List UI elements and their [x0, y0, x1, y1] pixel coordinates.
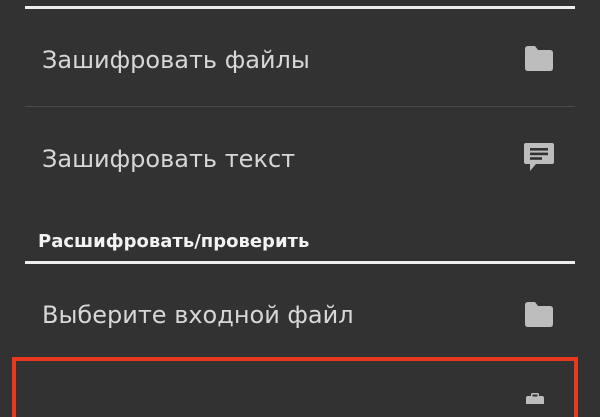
select-input-file-label: Выберите входной файл [42, 301, 354, 329]
encrypt-text-label: Зашифровать текст [42, 145, 296, 173]
select-input-file-item[interactable]: Выберите входной файл [0, 265, 600, 365]
encrypt-files-item[interactable]: Зашифровать файлы [0, 10, 600, 110]
clipboard-icon [523, 392, 547, 404]
encrypt-files-label: Зашифровать файлы [42, 46, 310, 74]
top-divider [25, 6, 575, 9]
folder-icon [522, 299, 556, 329]
section-divider [25, 261, 575, 264]
folder-icon [522, 43, 556, 73]
message-text-icon [522, 140, 556, 171]
encrypt-text-item[interactable]: Зашифровать текст [0, 107, 600, 207]
highlighted-menu-item[interactable] [12, 357, 578, 417]
decrypt-verify-section-title: Расшифровать/проверить [38, 231, 310, 252]
